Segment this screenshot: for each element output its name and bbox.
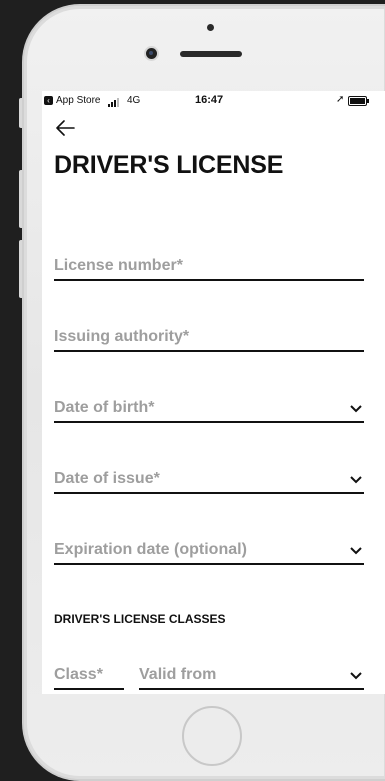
valid-from-label: Valid from: [139, 666, 217, 683]
issuing-authority-label: Issuing authority*: [54, 328, 190, 345]
date-of-issue-label: Date of issue*: [54, 470, 160, 487]
chevron-down-icon[interactable]: [350, 476, 362, 484]
license-number-field[interactable]: License number*: [54, 249, 364, 281]
date-of-issue-field[interactable]: Date of issue*: [54, 462, 364, 494]
location-arrow-icon: ➚: [336, 94, 345, 105]
chevron-down-icon[interactable]: [350, 405, 362, 413]
class-field[interactable]: Class*: [54, 658, 124, 690]
home-button[interactable]: [182, 706, 242, 766]
expiration-date-field[interactable]: Expiration date (optional): [54, 533, 364, 565]
date-of-birth-field[interactable]: Date of birth*: [54, 391, 364, 423]
issuing-authority-field[interactable]: Issuing authority*: [54, 320, 364, 352]
back-to-app-icon[interactable]: ‹: [44, 96, 53, 105]
expiration-date-label: Expiration date (optional): [54, 541, 247, 558]
battery-icon: [348, 96, 369, 106]
license-number-label: License number*: [54, 257, 183, 274]
back-app-label[interactable]: App Store: [56, 95, 100, 106]
status-time: 16:47: [195, 94, 224, 106]
license-classes-heading: DRIVER'S LICENSE CLASSES: [54, 612, 226, 626]
signal-strength-icon: [108, 96, 120, 107]
app-screen: ‹ App Store 4G 16:47 ➚ DRIVER'S LICENSE …: [42, 91, 385, 694]
valid-from-field[interactable]: Valid from: [139, 658, 364, 690]
class-label: Class*: [54, 666, 103, 683]
network-type: 4G: [127, 95, 141, 106]
proximity-sensor: [207, 24, 214, 31]
page-title: DRIVER'S LICENSE: [54, 151, 284, 179]
status-bar: ‹ App Store 4G 16:47 ➚: [42, 91, 385, 111]
date-of-birth-label: Date of birth*: [54, 399, 155, 416]
earpiece-speaker: [180, 51, 242, 57]
chevron-down-icon[interactable]: [350, 672, 362, 680]
back-arrow-icon[interactable]: [54, 118, 76, 138]
front-camera-icon: [146, 48, 157, 59]
chevron-down-icon[interactable]: [350, 547, 362, 555]
